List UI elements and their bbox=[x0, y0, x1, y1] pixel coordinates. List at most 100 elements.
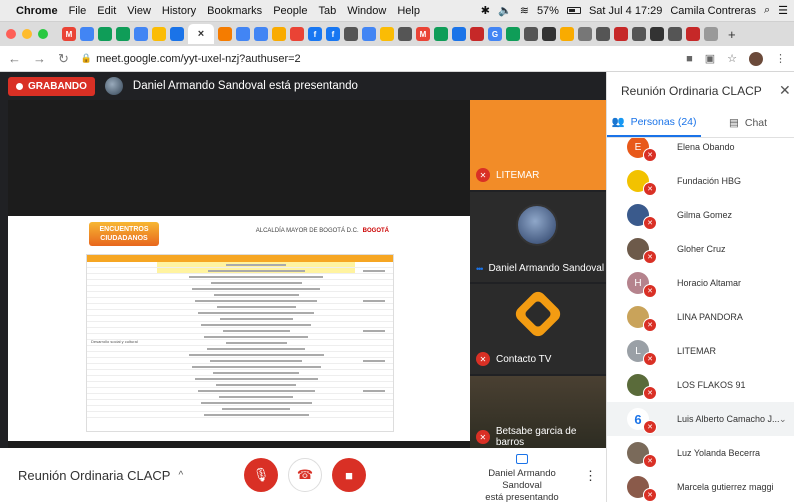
tab-close-icon[interactable]: × bbox=[188, 24, 214, 44]
list-item[interactable]: ✕ Gloher Cruz bbox=[607, 232, 794, 266]
search-tab-icon[interactable] bbox=[254, 27, 268, 41]
tab-icon[interactable] bbox=[452, 27, 466, 41]
tab-icon[interactable] bbox=[596, 27, 610, 41]
tab-icon[interactable] bbox=[344, 27, 358, 41]
mic-toggle-button[interactable]: 🎙 bbox=[244, 458, 278, 492]
list-item[interactable]: L ✕ LITEMAR bbox=[607, 334, 794, 368]
battery-icon[interactable] bbox=[566, 7, 581, 14]
list-item[interactable]: E ✕ Elena Obando bbox=[607, 138, 794, 164]
tab-icon[interactable] bbox=[650, 27, 664, 41]
list-item[interactable]: ✕ Marcela gutierrez maggi bbox=[607, 470, 794, 502]
presenting-status[interactable]: Daniel Armando Sandoval está presentando bbox=[472, 454, 572, 502]
tab-icon[interactable] bbox=[614, 27, 628, 41]
table-cell bbox=[355, 382, 393, 387]
bookmark-star-icon[interactable]: ☆ bbox=[727, 52, 737, 65]
menu-help[interactable]: Help bbox=[397, 5, 420, 17]
tab-chat[interactable]: ▤ Chat bbox=[701, 108, 794, 137]
expand-chevron-icon[interactable]: ⌄ bbox=[779, 414, 787, 425]
close-window-button[interactable] bbox=[6, 29, 16, 39]
tab-icon[interactable] bbox=[398, 27, 412, 41]
tab-icon[interactable] bbox=[290, 27, 304, 41]
facebook-tab-icon[interactable]: f bbox=[308, 27, 322, 41]
forward-button[interactable]: → bbox=[33, 51, 46, 66]
tab-icon[interactable] bbox=[80, 27, 94, 41]
drive-tab-icon[interactable] bbox=[152, 27, 166, 41]
tab-icon[interactable] bbox=[272, 27, 286, 41]
chevron-up-icon[interactable]: ^ bbox=[178, 470, 183, 481]
tab-icon[interactable] bbox=[560, 27, 574, 41]
menu-tab[interactable]: Tab bbox=[318, 5, 336, 17]
lock-icon[interactable]: 🔒 bbox=[81, 53, 92, 64]
more-options-icon[interactable]: ⋮ bbox=[584, 468, 597, 484]
reload-button[interactable]: ↻ bbox=[58, 51, 69, 67]
tile-betsabe[interactable]: ✕ Betsabe garcia de barros bbox=[470, 376, 606, 456]
tab-icon[interactable] bbox=[668, 27, 682, 41]
list-item[interactable]: ✕ LOS FLAKOS 91 bbox=[607, 368, 794, 402]
camera-in-use-icon[interactable]: ■ bbox=[686, 53, 693, 65]
tab-icon[interactable] bbox=[542, 27, 556, 41]
sheets-tab-icon[interactable] bbox=[98, 27, 112, 41]
tile-daniel[interactable]: ••• Daniel Armando Sandoval bbox=[470, 192, 606, 282]
volume-icon[interactable]: 🔈 bbox=[498, 4, 512, 17]
cast-icon[interactable]: ▣ bbox=[705, 52, 715, 65]
menu-bookmarks[interactable]: Bookmarks bbox=[207, 5, 262, 17]
tab-people[interactable]: 👥 Personas (24) bbox=[607, 108, 701, 137]
menu-file[interactable]: File bbox=[69, 5, 87, 17]
zoom-window-button[interactable] bbox=[38, 29, 48, 39]
list-item[interactable]: ✕ Gilma Gomez bbox=[607, 198, 794, 232]
camera-toggle-button[interactable]: ■ bbox=[332, 458, 366, 492]
address-bar[interactable]: meet.google.com/yyt-uxel-nzj?authuser=2 bbox=[96, 53, 301, 65]
list-item[interactable]: ✕ LINA PANDORA bbox=[607, 300, 794, 334]
minimize-window-button[interactable] bbox=[22, 29, 32, 39]
wifi-icon[interactable]: ≋ bbox=[520, 4, 529, 17]
tab-icon[interactable] bbox=[632, 27, 646, 41]
tab-icon[interactable] bbox=[578, 27, 592, 41]
list-item[interactable]: ✕ Fundación HBG bbox=[607, 164, 794, 198]
facebook-tab-icon[interactable]: f bbox=[326, 27, 340, 41]
menu-edit[interactable]: Edit bbox=[97, 5, 116, 17]
menu-window[interactable]: Window bbox=[347, 5, 386, 17]
tab-icon[interactable] bbox=[524, 27, 538, 41]
menu-history[interactable]: History bbox=[162, 5, 196, 17]
list-item[interactable]: ✕ Luz Yolanda Becerra bbox=[607, 436, 794, 470]
search-tab-icon[interactable] bbox=[236, 27, 250, 41]
tab-icon[interactable] bbox=[434, 27, 448, 41]
menu-chrome[interactable]: Chrome bbox=[16, 5, 58, 17]
tab-icon[interactable] bbox=[218, 27, 232, 41]
meeting-details-button[interactable]: Reunión Ordinaria CLACP bbox=[18, 468, 170, 483]
tab-icon[interactable] bbox=[686, 27, 700, 41]
menu-view[interactable]: View bbox=[127, 5, 151, 17]
spotlight-icon[interactable]: ⌕ bbox=[764, 4, 770, 17]
tab-icon[interactable] bbox=[506, 27, 520, 41]
clock[interactable]: Sat Jul 4 17:29 bbox=[589, 5, 662, 17]
list-item[interactable]: 6 ✕ Luis Alberto Camacho J... ⌄ bbox=[607, 402, 794, 436]
tile-litemar[interactable]: ✕ LITEMAR bbox=[470, 100, 606, 190]
bluetooth-icon[interactable]: ✱ bbox=[481, 4, 490, 17]
new-tab-button[interactable]: + bbox=[728, 27, 736, 42]
user-name[interactable]: Camila Contreras bbox=[670, 5, 756, 17]
profile-avatar[interactable] bbox=[749, 51, 763, 66]
back-button[interactable]: ← bbox=[8, 51, 21, 66]
tab-icon[interactable] bbox=[704, 27, 718, 41]
sheets-tab-icon[interactable] bbox=[116, 27, 130, 41]
gmail-tab-icon[interactable]: M bbox=[416, 27, 430, 41]
gmail-tab-icon[interactable]: M bbox=[62, 27, 76, 41]
presentation-area[interactable]: ENCUENTROS CIUDADANOS ALCALDÍA MAYOR DE … bbox=[8, 100, 470, 478]
list-item[interactable]: H ✕ Horacio Altamar bbox=[607, 266, 794, 300]
text-line bbox=[216, 306, 296, 308]
tab-icon[interactable] bbox=[362, 27, 376, 41]
chrome-menu-icon[interactable]: ⋮ bbox=[775, 52, 786, 65]
tab-icon[interactable] bbox=[380, 27, 394, 41]
leave-call-button[interactable]: ☎ bbox=[288, 458, 322, 492]
close-panel-icon[interactable]: ✕ bbox=[779, 82, 791, 99]
google-tab-icon[interactable]: G bbox=[488, 27, 502, 41]
tile-contacto-tv[interactable]: ✕ Contacto TV bbox=[470, 284, 606, 374]
tab-icon[interactable] bbox=[470, 27, 484, 41]
menu-people[interactable]: People bbox=[273, 5, 307, 17]
table-cell bbox=[157, 394, 355, 399]
tab-icon[interactable] bbox=[170, 27, 184, 41]
tab-icon[interactable] bbox=[134, 27, 148, 41]
control-center-icon[interactable]: ☰ bbox=[778, 4, 788, 17]
table-cell bbox=[87, 292, 157, 297]
panel-title: Reunión Ordinaria CLACP bbox=[621, 84, 762, 98]
